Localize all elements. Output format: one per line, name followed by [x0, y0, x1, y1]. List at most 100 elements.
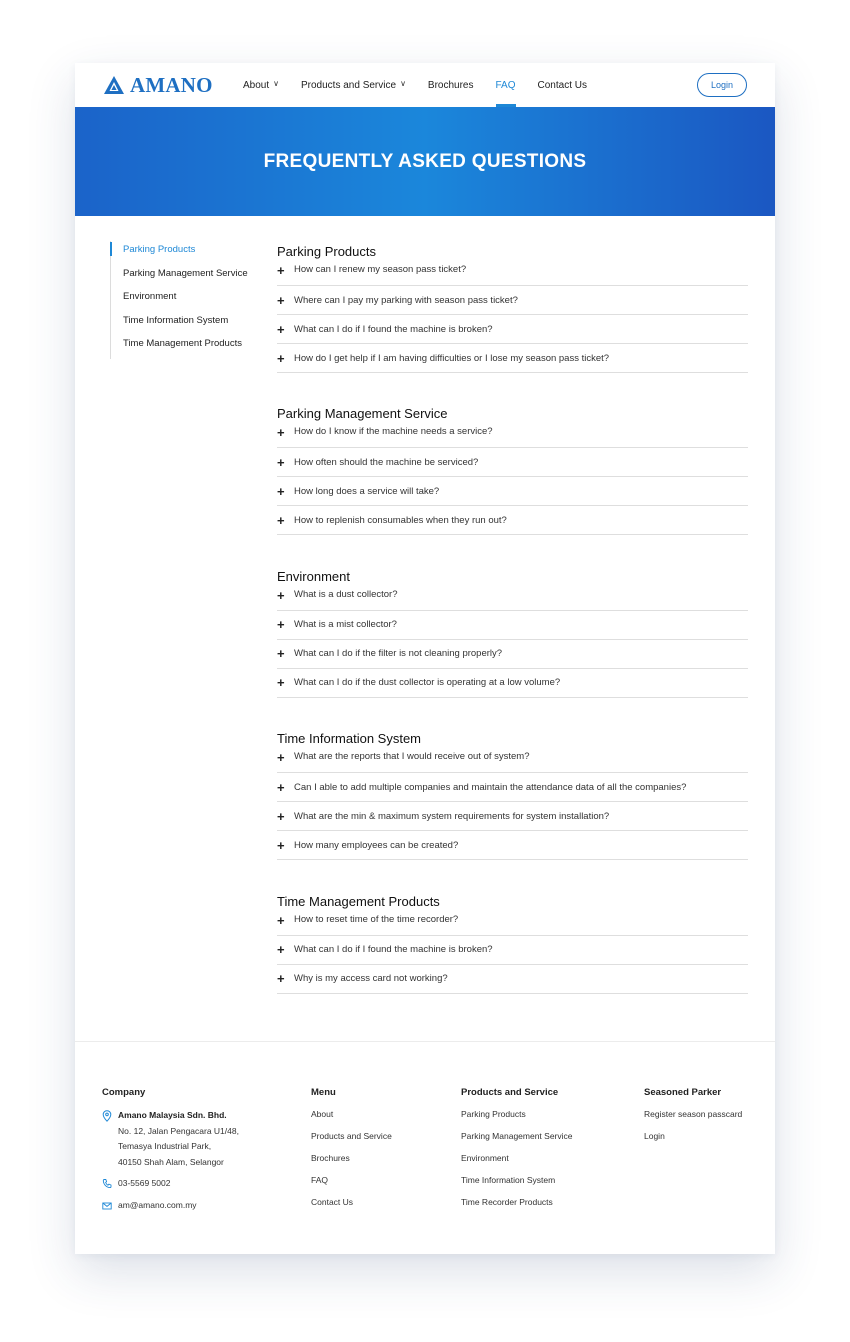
faq-question[interactable]: + How to reset time of the time recorder? [277, 914, 748, 936]
footer-menu: Menu About Products and Service Brochure… [311, 1087, 392, 1218]
footer-link-time-recorder-products[interactable]: Time Recorder Products [461, 1196, 573, 1218]
section-title: Time Information System [277, 731, 422, 747]
footer-products: Products and Service Parking Products Pa… [461, 1087, 573, 1218]
faq-question[interactable]: + What can I do if I found the machine is… [277, 936, 748, 965]
question-text: What are the min & maximum system requir… [294, 810, 610, 822]
sidebar-item-time-management-products[interactable]: Time Management Products [111, 335, 270, 359]
question-text: Why is my access card not working? [294, 973, 448, 985]
plus-icon: + [277, 425, 285, 441]
phone-number: 03-5569 5002 [118, 1178, 171, 1188]
section-title: Environment [277, 568, 350, 584]
footer-link-products-and-service[interactable]: Products and Service [311, 1130, 392, 1152]
footer-link-brochures[interactable]: Brochures [311, 1152, 392, 1174]
faq-category-sidebar: Parking Products Parking Management Serv… [110, 241, 270, 359]
footer-link-environment[interactable]: Environment [461, 1152, 573, 1174]
sidebar-item-time-information-system[interactable]: Time Information System [111, 312, 270, 336]
faq-question[interactable]: + What are the reports that I would recei… [277, 750, 748, 774]
footer-company: Company Amano Malaysia Sdn. Bhd. No. 12,… [102, 1087, 272, 1213]
footer-link-about[interactable]: About [311, 1108, 392, 1130]
location-pin-icon [102, 1110, 112, 1122]
faq-question[interactable]: + What are the min & maximum system requi… [277, 802, 748, 832]
question-text: What is a mist collector? [294, 619, 397, 631]
plus-icon: + [277, 675, 285, 691]
question-text: What can I do if I found the machine is … [294, 944, 493, 956]
logo-text: AMANO [130, 73, 213, 97]
brand-logo[interactable]: AMANO [104, 74, 213, 96]
footer-divider [75, 1041, 775, 1042]
question-text: How many employees can be created? [294, 839, 459, 851]
faq-question[interactable]: + How can I renew my season pass ticket? [277, 264, 748, 286]
hero-banner: FREQUENTLY ASKED QUESTIONS [75, 107, 775, 216]
footer-products-heading: Products and Service [461, 1087, 559, 1098]
sidebar-item-parking-management-service[interactable]: Parking Management Service [111, 265, 270, 289]
footer-link-time-information-system[interactable]: Time Information System [461, 1174, 573, 1196]
faq-section-parking-products: Parking Products + How can I renew my sea… [277, 243, 748, 405]
nav-contact-us[interactable]: Contact Us [538, 63, 587, 107]
plus-icon: + [277, 779, 285, 795]
footer-email[interactable]: am@amano.com.my [102, 1198, 272, 1214]
plus-icon: + [277, 750, 285, 766]
section-title: Time Management Products [277, 893, 440, 909]
plus-icon: + [277, 350, 285, 366]
plus-icon: + [277, 292, 285, 308]
nav-brochures[interactable]: Brochures [428, 63, 474, 107]
footer-link-parking-products[interactable]: Parking Products [461, 1108, 573, 1130]
footer-link-contact-us[interactable]: Contact Us [311, 1196, 392, 1218]
nav-about[interactable]: About ∨ [243, 63, 279, 107]
faq-question[interactable]: + Why is my access card not working? [277, 965, 748, 994]
plus-icon: + [277, 808, 285, 824]
footer-seasoned-parker: Seasoned Parker Register season passcard… [644, 1087, 742, 1152]
login-button[interactable]: Login [697, 73, 747, 97]
faq-section-environment: Environment + What is a dust collector? +… [277, 568, 748, 730]
faq-question[interactable]: + What can I do if I found the machine is… [277, 315, 748, 344]
company-name: Amano Malaysia Sdn. Bhd. [118, 1110, 227, 1120]
chevron-down-icon: ∨ [400, 79, 406, 88]
faq-question[interactable]: + How often should the machine be service… [277, 448, 748, 478]
faq-section-parking-management-service: Parking Management Service + How do I kno… [277, 405, 748, 567]
question-text: What can I do if the dust collector is o… [294, 677, 561, 689]
footer-phone[interactable]: 03-5569 5002 [102, 1176, 272, 1192]
question-text: How often should the machine be serviced… [294, 456, 479, 468]
faq-question[interactable]: + Can I able to add multiple companies an… [277, 773, 748, 803]
nav-products-and-service[interactable]: Products and Service ∨ [301, 63, 406, 107]
address-line: No. 12, Jalan Pengacara U1/48, [118, 1125, 239, 1136]
faq-question[interactable]: + Where can I pay my parking with season … [277, 286, 748, 315]
plus-icon: + [277, 837, 285, 853]
section-title: Parking Management Service [277, 406, 448, 422]
nav-faq[interactable]: FAQ [495, 63, 516, 107]
faq-question[interactable]: + What can I do if the dust collector is … [277, 669, 748, 698]
sidebar-item-parking-products[interactable]: Parking Products [110, 241, 270, 265]
footer-link-parking-management-service[interactable]: Parking Management Service [461, 1130, 573, 1152]
footer-address: Amano Malaysia Sdn. Bhd. No. 12, Jalan P… [102, 1108, 272, 1170]
question-text: What is a dust collector? [294, 588, 398, 600]
faq-question[interactable]: + How long does a service will take? [277, 477, 748, 507]
email-address: am@amano.com.my [118, 1199, 197, 1210]
faq-question[interactable]: + How do I get help if I am having diffic… [277, 344, 748, 373]
nav-products-label: Products and Service [301, 79, 397, 91]
top-navbar: AMANO About ∨ Products and Service ∨ Bro… [75, 63, 775, 107]
faq-question[interactable]: + How do I know if the machine needs a se… [277, 425, 748, 449]
faq-question[interactable]: + What is a mist collector? [277, 611, 748, 640]
plus-icon: + [277, 263, 285, 278]
amano-logo-icon [104, 76, 124, 94]
plus-icon: + [277, 646, 285, 662]
faq-question[interactable]: + What is a dust collector? [277, 589, 748, 611]
address-line: Temasya Industrial Park, [118, 1141, 212, 1151]
email-icon [102, 1202, 112, 1209]
faq-question[interactable]: + How to replenish consumables when they … [277, 506, 748, 536]
question-text: What are the reports that I would receiv… [294, 751, 530, 763]
question-text: How to reset time of the time recorder? [294, 913, 459, 925]
question-text: What can I do if I found the machine is … [294, 323, 493, 335]
footer-link-login[interactable]: Login [644, 1130, 742, 1152]
sidebar-item-environment[interactable]: Environment [111, 288, 270, 312]
footer-link-register-season-passcard[interactable]: Register season passcard [644, 1108, 742, 1130]
faq-content: Parking Products + How can I renew my sea… [277, 243, 748, 1055]
plus-icon: + [277, 454, 285, 470]
section-title: Parking Products [277, 244, 376, 259]
phone-icon [102, 1179, 112, 1189]
faq-question[interactable]: + How many employees can be created? [277, 831, 748, 861]
question-text: How long does a service will take? [294, 485, 440, 497]
plus-icon: + [277, 587, 285, 603]
faq-question[interactable]: + What can I do if the filter is not clea… [277, 640, 748, 669]
footer-link-faq[interactable]: FAQ [311, 1174, 392, 1196]
